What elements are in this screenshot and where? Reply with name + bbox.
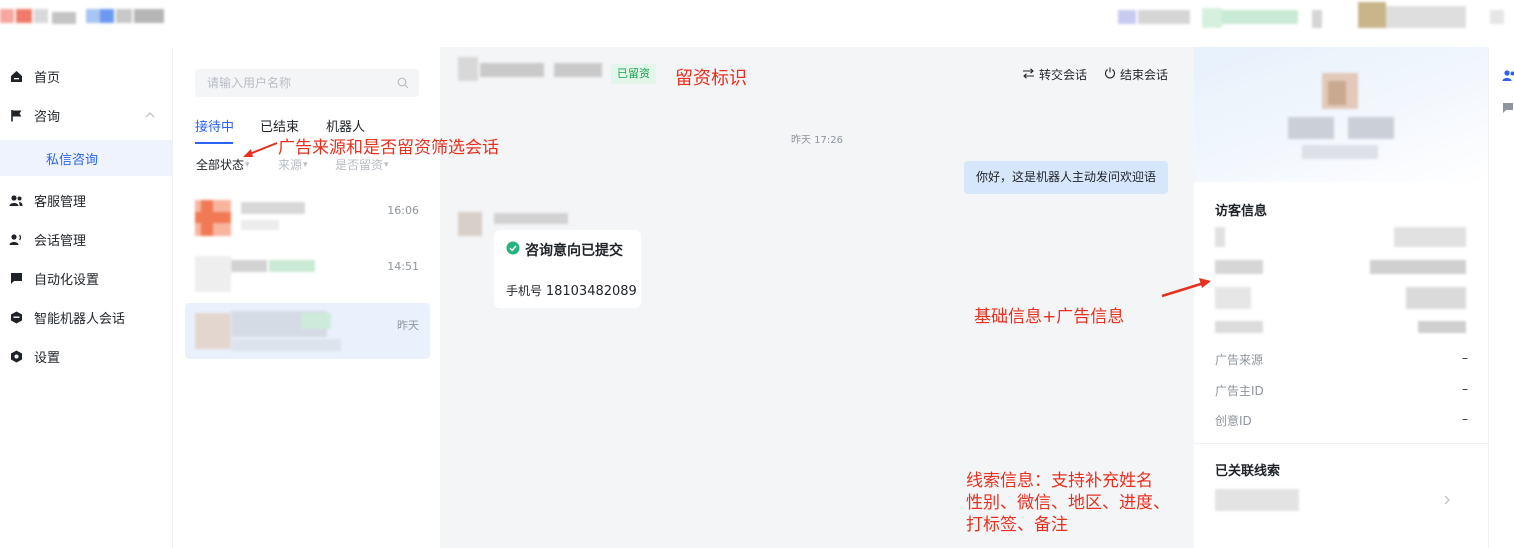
annotation-arrows <box>243 142 1211 298</box>
arrow-to-basic-info <box>1161 278 1211 298</box>
arrow-to-filter <box>243 142 278 157</box>
